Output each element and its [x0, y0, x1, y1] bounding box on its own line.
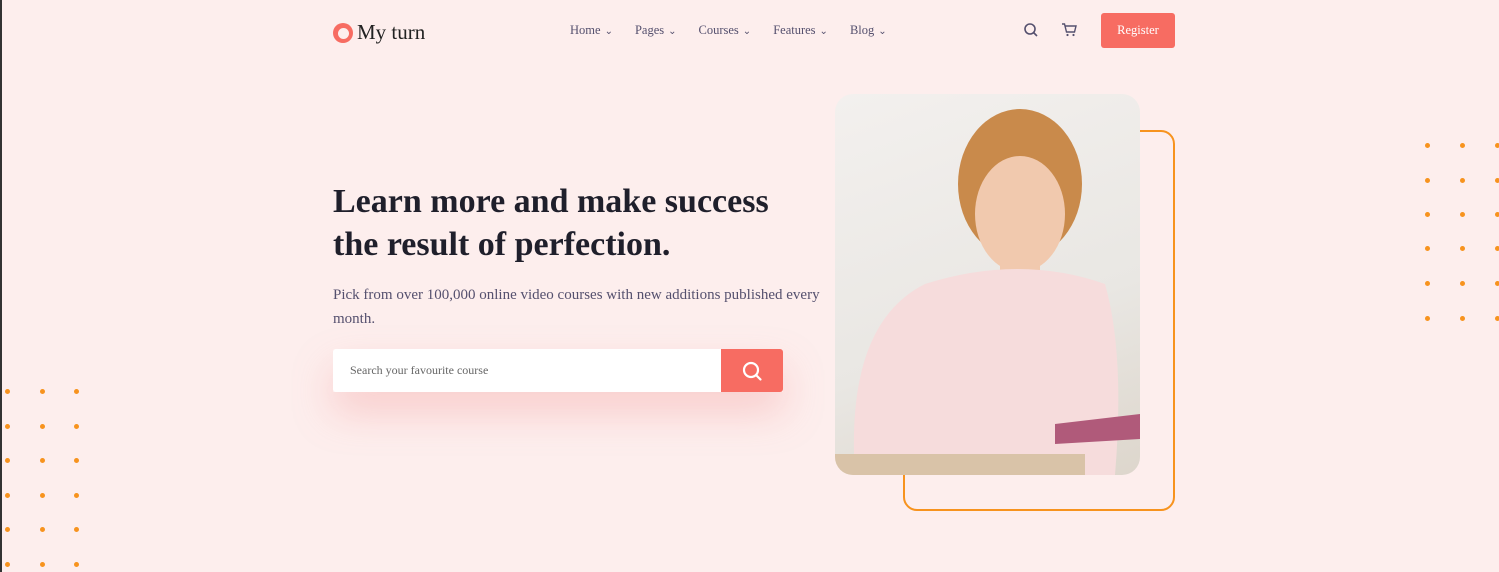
dot: [40, 389, 45, 394]
dot: [40, 493, 45, 498]
dot: [1425, 281, 1430, 286]
chevron-down-icon: ⌄: [604, 26, 613, 37]
hero-subtitle: Pick from over 100,000 online video cour…: [333, 287, 820, 327]
logo-text: My turn: [357, 20, 426, 44]
nav-label: Home: [570, 23, 601, 37]
nav-item-home[interactable]: Home ⌄: [570, 23, 613, 38]
register-button[interactable]: Register: [1101, 13, 1175, 48]
dot: [1495, 178, 1499, 183]
dot: [1495, 212, 1499, 217]
hero-image-student: [835, 94, 1140, 475]
dot: [74, 562, 79, 567]
dot: [5, 424, 10, 429]
dot: [1495, 143, 1499, 148]
dot: [1460, 212, 1465, 217]
dot: [5, 458, 10, 463]
nav-label: Blog: [849, 23, 875, 37]
dot: [74, 493, 79, 498]
dot: [1425, 246, 1430, 251]
chevron-down-icon: ⌄: [668, 26, 677, 37]
nav-item-pages[interactable]: Pages ⌄: [635, 23, 677, 38]
dot: [5, 493, 10, 498]
search-input[interactable]: [333, 349, 721, 392]
chevron-down-icon: ⌄: [819, 26, 828, 37]
dot: [1425, 143, 1430, 148]
dot: [40, 562, 45, 567]
dot: [5, 389, 10, 394]
course-search: [333, 349, 783, 392]
dot: [5, 562, 10, 567]
dot: [1495, 246, 1499, 251]
dot: [1425, 212, 1430, 217]
nav-item-courses[interactable]: Courses ⌄: [699, 23, 752, 38]
dot: [1425, 316, 1430, 321]
cart-icon[interactable]: [1061, 22, 1079, 40]
dot: [74, 389, 79, 394]
dot: [5, 527, 10, 532]
hero-title: Learn more and make success the result o…: [333, 183, 769, 263]
nav-label: Features: [773, 23, 816, 37]
logo[interactable]: My turn: [333, 20, 425, 45]
main-nav: Home ⌄ Pages ⌄ Courses ⌄ Features ⌄ Blog ⌄: [570, 23, 887, 38]
chevron-down-icon: ⌄: [878, 26, 887, 37]
dot: [1460, 316, 1465, 321]
dot: [1495, 316, 1499, 321]
chevron-down-icon: ⌄: [742, 26, 752, 37]
dot: [40, 458, 45, 463]
nav-label: Pages: [634, 23, 665, 37]
nav-item-blog[interactable]: Blog ⌄: [850, 23, 887, 38]
dot: [1425, 178, 1430, 183]
dot: [1460, 143, 1465, 148]
dot: [1460, 281, 1465, 286]
dot: [74, 424, 79, 429]
nav-item-features[interactable]: Features ⌄: [773, 23, 828, 38]
search-button[interactable]: [721, 349, 783, 392]
dot: [40, 424, 45, 429]
logo-icon: [333, 22, 353, 43]
dot: [74, 458, 79, 463]
dot: [1495, 281, 1499, 286]
search-icon[interactable]: [1023, 22, 1041, 40]
dot: [74, 527, 79, 532]
dot: [1460, 178, 1465, 183]
dot: [40, 527, 45, 532]
nav-label: Courses: [698, 23, 739, 37]
search-icon: [742, 361, 762, 381]
dot: [1460, 246, 1465, 251]
